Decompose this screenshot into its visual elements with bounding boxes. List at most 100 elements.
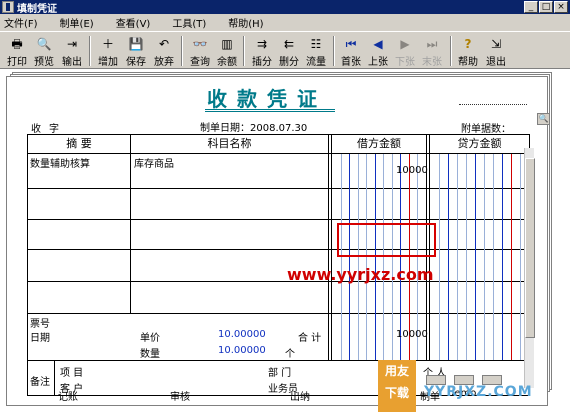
- voucher-title: 收款凭证: [207, 87, 327, 111]
- window-title: 填制凭证: [17, 3, 57, 15]
- brand-site: YYRJXZ.COM: [424, 384, 533, 400]
- unit-price-value[interactable]: 10.00000: [218, 329, 266, 340]
- grid-line: [475, 154, 476, 360]
- grid-line: [484, 154, 485, 360]
- menu-file[interactable]: 文件(F): [4, 15, 38, 30]
- quantity-label: 数量: [140, 349, 160, 360]
- insert-line-button[interactable]: ⇉ 插分: [249, 34, 275, 68]
- help-button[interactable]: ? 帮助: [455, 34, 481, 68]
- next-icon: ▶: [400, 37, 410, 51]
- audited-by-label: 审核: [170, 392, 190, 403]
- brand-logo: 用友 下载: [378, 360, 416, 412]
- discard-button[interactable]: ↶ 放弃: [151, 34, 177, 68]
- vertical-scrollbar[interactable]: [524, 148, 535, 388]
- query-button[interactable]: 👓 查询: [187, 34, 213, 68]
- undo-icon: ↶: [158, 37, 170, 51]
- watermark-url: www.yyrjxz.com: [287, 265, 434, 284]
- row1-account[interactable]: 库存商品: [134, 155, 174, 170]
- help-icon: ?: [464, 37, 472, 51]
- print-button[interactable]: 🖶 打印: [4, 34, 30, 68]
- insert-line-icon: ⇉: [256, 37, 268, 51]
- debit-amount-highlight: [337, 223, 436, 257]
- close-button[interactable]: ×: [554, 1, 568, 13]
- grid-line: [439, 154, 440, 360]
- menu-edit[interactable]: 制单(E): [60, 15, 94, 30]
- previous-voucher-button[interactable]: ◀ 上张: [365, 34, 391, 68]
- preview-button[interactable]: 🔍 预览: [31, 34, 57, 68]
- date-field-label: 日期: [30, 333, 50, 344]
- grid-line: [366, 154, 367, 360]
- grid-line: [493, 154, 494, 360]
- attachments-count-label[interactable]: 附单据数：: [461, 120, 511, 135]
- voucher-table: 摘 要 科目名称 借方金额 贷方金额 数量辅助核算 库存商品 10000 票号 …: [27, 134, 530, 396]
- row1-debit-amount[interactable]: 10000: [396, 165, 428, 176]
- save-button[interactable]: 💾 保存: [123, 34, 149, 68]
- grid-line: [466, 154, 467, 360]
- first-icon: ⏮: [345, 37, 357, 51]
- grid-line: [392, 154, 393, 360]
- delete-line-icon: ⇇: [283, 37, 295, 51]
- header-debit: 借方金额: [357, 137, 401, 150]
- binoculars-icon: 👓: [192, 37, 208, 51]
- search-icon[interactable]: 🔍: [537, 113, 550, 125]
- quantity-value[interactable]: 10.00000: [218, 345, 266, 356]
- balance-chart-icon: ▥: [221, 37, 233, 51]
- grid-line: [349, 154, 350, 360]
- save-icon: 💾: [128, 37, 144, 51]
- header-credit: 贷方金额: [457, 137, 502, 150]
- printer-icon: 🖶: [11, 37, 23, 51]
- total-label: 合 计: [298, 333, 322, 344]
- last-icon: ⏭: [426, 37, 438, 51]
- voucher-date[interactable]: 制单日期：2008.07.30: [200, 119, 307, 134]
- export-icon: ⇥: [66, 37, 78, 51]
- exit-button[interactable]: ⇲ 退出: [483, 34, 509, 68]
- app-icon: [2, 1, 14, 13]
- total-debit-amount: 10000: [396, 329, 428, 340]
- menu-help[interactable]: 帮助(H): [228, 15, 263, 30]
- balance-button[interactable]: ▥ 余额: [214, 34, 240, 68]
- grid-line: [457, 154, 458, 360]
- ticket-number-label: 票号: [30, 319, 50, 330]
- next-voucher-button[interactable]: ▶ 下张: [392, 34, 418, 68]
- add-icon: ＋: [101, 37, 114, 51]
- remarks-label: 备注: [30, 377, 50, 388]
- grid-line: [383, 154, 384, 360]
- header-account: 科目名称: [207, 137, 252, 150]
- cashflow-icon: ☷: [310, 37, 322, 51]
- project-label[interactable]: 项 目: [60, 364, 83, 379]
- header-summary: 摘 要: [66, 137, 92, 150]
- menu-view[interactable]: 查看(V): [116, 15, 151, 30]
- work-area: 收款凭证 收字 制单日期：2008.07.30 附单据数： 🔍 摘 要 科目名称…: [0, 70, 570, 418]
- grid-line: [375, 154, 376, 360]
- unit-price-label: 单价: [140, 333, 160, 344]
- menu-tools[interactable]: 工具(T): [172, 15, 206, 30]
- grid-line: [520, 154, 521, 360]
- first-voucher-button[interactable]: ⏮ 首张: [338, 34, 364, 68]
- add-button[interactable]: ＋增加: [95, 34, 121, 68]
- grid-line: [448, 154, 449, 360]
- grid-line: [502, 154, 503, 360]
- grid-line: [358, 154, 359, 360]
- grid-line: [511, 154, 512, 360]
- cashier-label: 出纳: [290, 392, 310, 403]
- posted-by-label: 记账: [58, 392, 78, 403]
- quantity-unit: 个: [285, 349, 295, 360]
- delete-line-button[interactable]: ⇇ 删分: [276, 34, 302, 68]
- credit-amount-grid: [430, 154, 529, 360]
- menu-bar: 文件(F) 制单(E) 查看(V) 工具(T) 帮助(H): [0, 14, 570, 31]
- grid-line: [341, 154, 342, 360]
- voucher-paper: 收款凭证 收字 制单日期：2008.07.30 附单据数： 🔍 摘 要 科目名称…: [6, 76, 550, 406]
- last-voucher-button[interactable]: ⏭ 末张: [419, 34, 445, 68]
- department-label[interactable]: 部 门: [268, 364, 291, 379]
- minimize-button[interactable]: _: [524, 1, 538, 13]
- window-title-bar[interactable]: 填制凭证 _ □ ×: [0, 0, 570, 15]
- scroll-thumb[interactable]: [525, 158, 535, 338]
- voucher-type[interactable]: 收字: [31, 120, 67, 135]
- maximize-button[interactable]: □: [539, 1, 553, 13]
- cashflow-button[interactable]: ☷ 流量: [303, 34, 329, 68]
- preview-icon: 🔍: [36, 37, 52, 51]
- toolbar: 🖶 打印 🔍 预览 ⇥ 输出 ＋增加 💾 保存 ↶ 放弃 👓 查询 ▥ 余额 ⇉ 插分 ⇇ 删分 …: [0, 31, 570, 69]
- previous-icon: ◀: [373, 37, 383, 51]
- row1-summary[interactable]: 数量辅助核算: [30, 155, 90, 170]
- export-button[interactable]: ⇥ 输出: [59, 34, 85, 68]
